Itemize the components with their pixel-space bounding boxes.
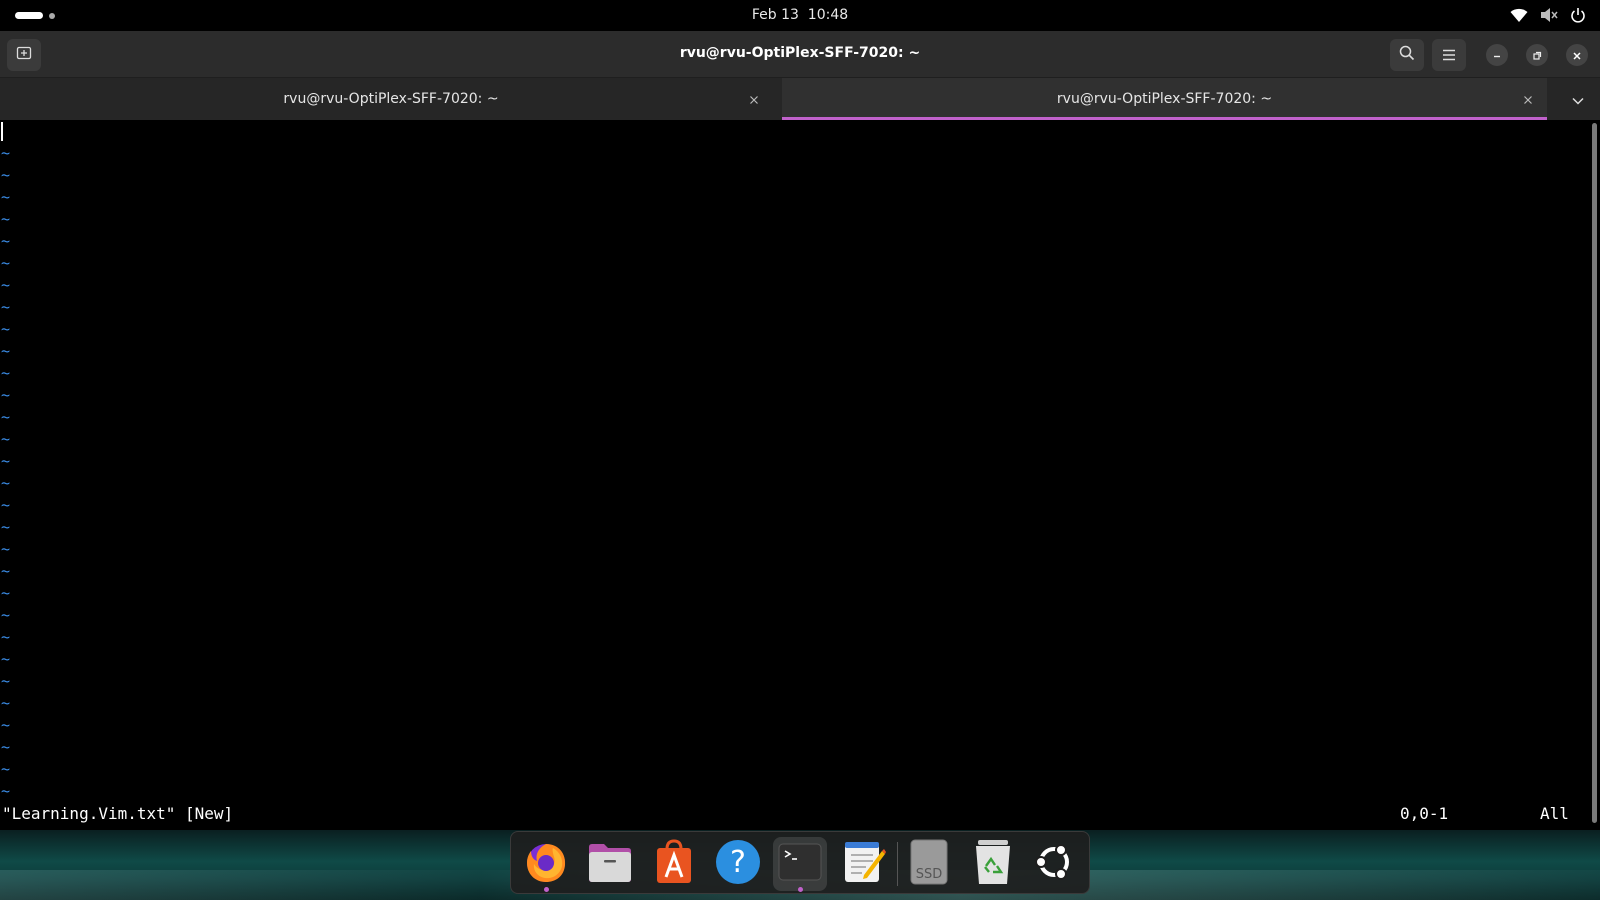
vim-tilde-line: ~ <box>1 562 11 580</box>
vim-tilde-line: ~ <box>1 320 11 338</box>
top-bar: Feb 13 10:48 <box>0 0 1600 31</box>
tab-label: rvu@rvu-OptiPlex-SFF-7020: ~ <box>1056 91 1273 107</box>
dock-help[interactable]: ? <box>711 837 765 891</box>
vim-tilde-line: ~ <box>1 210 11 228</box>
tab-1-close-button[interactable] <box>744 89 764 109</box>
vim-tilde-line: ~ <box>1 738 11 756</box>
volume-muted-icon[interactable] <box>1540 7 1558 23</box>
dock-trash[interactable] <box>966 837 1020 891</box>
vim-tilde-line: ~ <box>1 298 11 316</box>
vim-tilde-line: ~ <box>1 650 11 668</box>
vim-empty-lines: ~ ~ ~ ~ ~ ~ ~ ~ ~ ~ ~ ~ ~ ~ ~ ~ ~ ~ ~ ~ ~ ~ ~ ~ ~ ~ ~ ~ ~ ~ <box>1 142 10 802</box>
dock-terminal[interactable] <box>773 837 827 892</box>
vim-tilde-line: ~ <box>1 782 11 800</box>
vim-tilde-line: ~ <box>1 584 11 602</box>
vim-tilde-line: ~ <box>1 364 11 382</box>
vim-tilde-line: ~ <box>1 188 11 206</box>
vim-tilde-line: ~ <box>1 232 11 250</box>
vim-tilde-line: ~ <box>1 628 11 646</box>
vim-tilde-line: ~ <box>1 606 11 624</box>
search-icon <box>1399 45 1415 65</box>
vim-tilde-line: ~ <box>1 760 11 778</box>
trash-icon <box>974 839 1012 889</box>
terminal-area[interactable]: ~ ~ ~ ~ ~ ~ ~ ~ ~ ~ ~ ~ ~ ~ ~ ~ ~ ~ ~ ~ ~ ~ ~ ~ ~ ~ ~ ~ ~ ~ "Learning… <box>0 120 1600 830</box>
menu-icon <box>1442 46 1456 65</box>
files-icon <box>587 841 633 887</box>
clock-date: Feb 13 <box>751 7 799 23</box>
ubuntu-apps-icon <box>1033 841 1075 887</box>
ssd-label: SSD <box>915 867 943 882</box>
firefox-icon <box>523 839 569 889</box>
tab-2-close-button[interactable] <box>1518 89 1538 109</box>
tab-2[interactable]: rvu@rvu-OptiPlex-SFF-7020: ~ <box>782 78 1547 120</box>
power-icon[interactable] <box>1570 7 1586 23</box>
vim-tilde-line: ~ <box>1 474 11 492</box>
terminal-icon <box>778 842 822 886</box>
vim-tilde-line: ~ <box>1 694 11 712</box>
running-indicator <box>544 887 549 892</box>
svg-text:?: ? <box>730 845 746 880</box>
search-button[interactable] <box>1390 39 1424 71</box>
vim-tilde-line: ~ <box>1 716 11 734</box>
vim-tilde-line: ~ <box>1 518 11 536</box>
dock-ssd-drive[interactable]: SSD <box>902 837 956 891</box>
dock-show-apps[interactable] <box>1027 837 1081 891</box>
minimize-button[interactable] <box>1486 44 1508 66</box>
clock[interactable]: Feb 13 10:48 <box>0 7 1600 23</box>
vim-tilde-line: ~ <box>1 672 11 690</box>
text-cursor <box>1 122 3 141</box>
system-tray[interactable] <box>1510 7 1586 23</box>
tab-list-button[interactable] <box>1568 89 1588 109</box>
vim-tilde-line: ~ <box>1 276 11 294</box>
vim-tilde-line: ~ <box>1 254 11 272</box>
terminal-scrollbar[interactable] <box>1592 123 1597 823</box>
window-title: rvu@rvu-OptiPlex-SFF-7020: ~ <box>679 45 921 61</box>
dock-firefox[interactable] <box>519 837 573 892</box>
clock-time: 10:48 <box>807 7 849 23</box>
vim-tilde-line: ~ <box>1 496 11 514</box>
minimize-icon <box>1492 46 1502 65</box>
dock: ? SSD <box>510 831 1090 894</box>
tab-bar: rvu@rvu-OptiPlex-SFF-7020: ~ rvu@rvu-Opt… <box>0 78 1600 120</box>
vim-tilde-line: ~ <box>1 342 11 360</box>
vim-tilde-line: ~ <box>1 408 11 426</box>
vim-tilde-line: ~ <box>1 386 11 404</box>
vim-tilde-line: ~ <box>1 144 11 162</box>
vim-status-file: "Learning.Vim.txt" [New] <box>2 804 234 823</box>
dock-separator <box>897 842 898 886</box>
vim-status-position: 0,0-1 <box>1400 804 1449 823</box>
close-icon <box>749 90 759 109</box>
vim-tilde-line: ~ <box>1 540 11 558</box>
dock-app-center[interactable] <box>647 837 701 891</box>
close-icon <box>1523 90 1533 109</box>
wifi-icon[interactable] <box>1510 7 1528 23</box>
vim-tilde-line: ~ <box>1 430 11 448</box>
close-icon <box>1572 46 1582 65</box>
running-indicator <box>798 887 803 892</box>
chevron-down-icon <box>1572 90 1584 109</box>
menu-button[interactable] <box>1432 39 1466 71</box>
vim-tilde-line: ~ <box>1 166 11 184</box>
tab-label: rvu@rvu-OptiPlex-SFF-7020: ~ <box>283 91 499 107</box>
app-center-icon <box>654 839 694 889</box>
dock-text-editor[interactable] <box>837 837 891 891</box>
vim-status-scroll: All <box>1540 804 1569 823</box>
restore-button[interactable] <box>1526 44 1548 66</box>
dock-files[interactable] <box>583 837 637 891</box>
vim-tilde-line: ~ <box>1 452 11 470</box>
close-button[interactable] <box>1566 44 1588 66</box>
restore-icon <box>1532 46 1542 65</box>
help-icon: ? <box>715 839 761 889</box>
text-editor-icon <box>842 839 886 889</box>
window-header: rvu@rvu-OptiPlex-SFF-7020: ~ <box>0 31 1600 78</box>
tab-1[interactable]: rvu@rvu-OptiPlex-SFF-7020: ~ <box>0 78 782 120</box>
